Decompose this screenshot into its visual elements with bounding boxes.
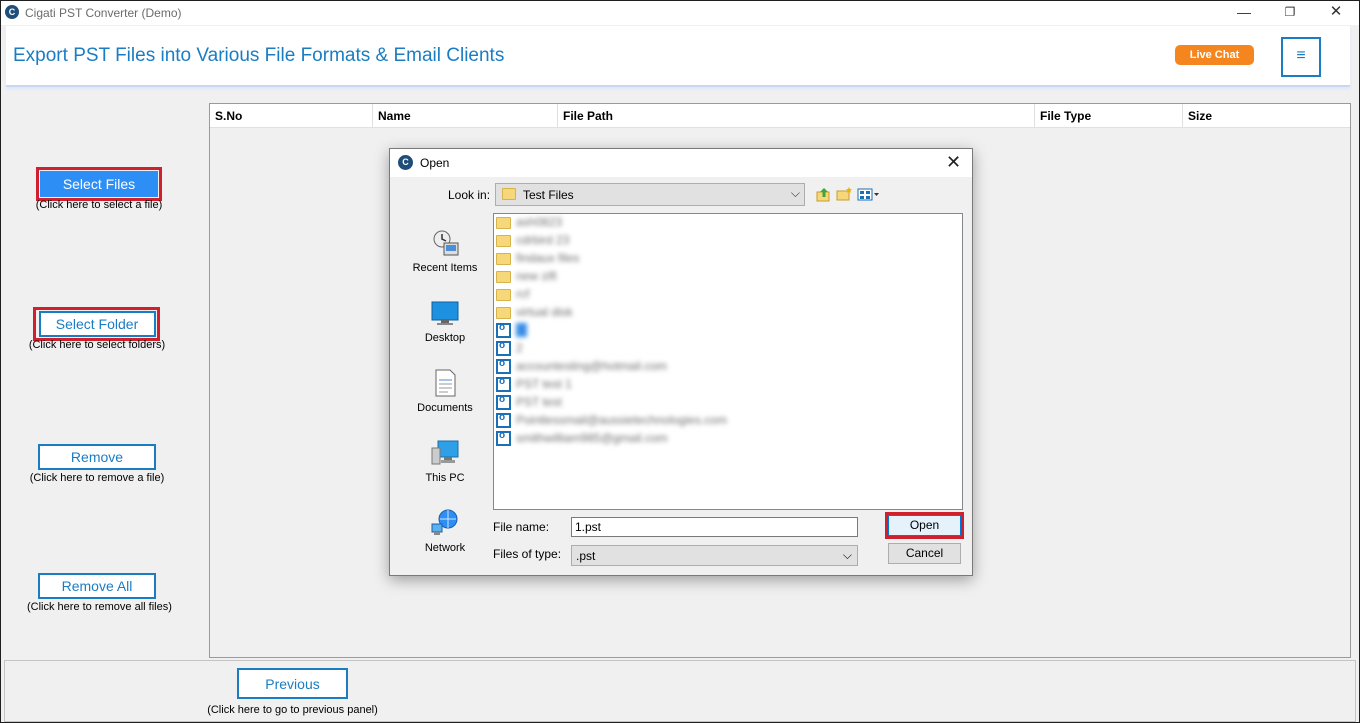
look-in-value: Test Files [523, 188, 574, 202]
select-files-hint: (Click here to select a file) [35, 199, 163, 211]
list-item[interactable]: cdrbird 23 [496, 232, 896, 250]
place-this-pc[interactable]: This PC [402, 438, 488, 484]
folder-icon [502, 188, 516, 200]
cancel-button[interactable]: Cancel [888, 543, 961, 564]
outlook-pst-icon [496, 358, 511, 374]
outlook-pst-icon [496, 394, 511, 410]
open-button[interactable]: Open [888, 515, 961, 536]
select-files-group: Select Files (Click here to select a fil… [29, 171, 169, 211]
outlook-pst-icon [496, 376, 511, 392]
list-item[interactable]: ash0823 [496, 214, 896, 232]
place-label: Network [424, 542, 466, 554]
recent-items-icon [433, 230, 459, 256]
dialog-title: Open [420, 156, 450, 170]
outlook-pst-icon [496, 430, 511, 446]
documents-icon [435, 369, 456, 397]
chevron-down-icon: ⌵ [842, 548, 852, 562]
maximize-button[interactable]: ❐ [1267, 1, 1313, 25]
previous-group: Previous (Click here to go to previous p… [205, 668, 380, 716]
menu-icon: ≡ [1296, 47, 1306, 64]
view-menu-icon[interactable] [857, 186, 881, 203]
outlook-pst-icon [496, 412, 511, 428]
dialog-close-button[interactable]: ✕ [946, 152, 961, 173]
app-header: Export PST Files into Various File Forma… [6, 26, 1350, 87]
place-label: Recent Items [412, 262, 478, 274]
remove-button[interactable]: Remove [38, 444, 156, 470]
list-item[interactable]: virtual disk [496, 304, 896, 322]
list-item[interactable]: accountesting@hotmail.com [496, 358, 896, 376]
file-list[interactable]: ash0823 cdrbird 23 findaux files new zif… [493, 213, 963, 510]
previous-button[interactable]: Previous [237, 668, 348, 699]
folder-icon [496, 253, 511, 265]
open-file-dialog: C Open ✕ Look in: Test Files ⌵ Recent It… [389, 148, 973, 576]
select-files-button[interactable]: Select Files [40, 171, 158, 197]
previous-hint: (Click here to go to previous panel) [207, 704, 378, 716]
list-item[interactable]: findaux files [496, 250, 896, 268]
close-window-button[interactable]: ✕ [1313, 1, 1359, 25]
network-icon [431, 509, 458, 535]
column-header-name[interactable]: Name [373, 104, 558, 128]
title-bar: C Cigati PST Converter (Demo) — ❐ ✕ [1, 1, 1359, 25]
folder-icon [496, 271, 511, 283]
this-pc-icon [431, 440, 459, 465]
window-title: Cigati PST Converter (Demo) [25, 6, 182, 20]
dialog-app-icon: C [398, 155, 413, 170]
minimize-button[interactable]: — [1221, 1, 1267, 25]
column-header-sno[interactable]: S.No [210, 104, 373, 128]
folder-icon [496, 217, 511, 229]
folder-icon [496, 289, 511, 301]
app-window: C Cigati PST Converter (Demo) — ❐ ✕ Expo… [0, 0, 1360, 723]
outlook-pst-icon [496, 340, 511, 356]
list-item[interactable]: Pointlessmail@aussietechnologies.com [496, 412, 896, 430]
place-label: Desktop [424, 332, 466, 344]
list-item[interactable]: PST test [496, 394, 896, 412]
table-header: S.No Name File Path File Type Size [210, 104, 1350, 128]
column-header-file-path[interactable]: File Path [558, 104, 1035, 128]
file-type-label: Files of type: [493, 547, 562, 561]
file-type-dropdown[interactable]: .pst ⌵ [571, 545, 858, 566]
file-type-value: .pst [576, 549, 596, 563]
remove-all-hint: (Click here to remove all files) [27, 601, 172, 613]
dialog-title-bar: C Open ✕ [390, 149, 972, 177]
file-name-input[interactable] [571, 517, 858, 537]
place-desktop[interactable]: Desktop [402, 298, 488, 344]
list-item[interactable]: smithwilliam985@gmail.com [496, 430, 896, 448]
place-documents[interactable]: Documents [402, 368, 488, 414]
remove-all-button[interactable]: Remove All [38, 573, 156, 599]
footer-panel: Previous (Click here to go to previous p… [4, 660, 1356, 722]
desktop-icon [431, 301, 459, 325]
place-label: This PC [425, 472, 465, 484]
column-header-file-type[interactable]: File Type [1035, 104, 1183, 128]
select-folder-button[interactable]: Select Folder [38, 311, 156, 337]
list-item[interactable]: PST test 1 [496, 376, 896, 394]
new-folder-icon[interactable] [836, 186, 853, 203]
list-item[interactable]: 2 [496, 340, 896, 358]
place-network[interactable]: Network [402, 508, 488, 554]
up-one-level-icon[interactable] [815, 186, 832, 203]
remove-hint: (Click here to remove a file) [29, 472, 165, 484]
list-item[interactable]: rcf [496, 286, 896, 304]
file-name-label: File name: [493, 520, 550, 534]
remove-group: Remove (Click here to remove a file) [27, 444, 167, 484]
outlook-pst-icon [496, 322, 511, 338]
column-header-size[interactable]: Size [1183, 104, 1350, 128]
look-in-dropdown[interactable]: Test Files ⌵ [495, 183, 805, 206]
look-in-label: Look in: [448, 188, 491, 202]
remove-all-group: Remove All (Click here to remove all fil… [27, 573, 172, 613]
list-item[interactable]: new zift [496, 268, 896, 286]
folder-icon [496, 235, 511, 247]
list-item-selected[interactable]: 1 [496, 322, 896, 340]
place-recent-items[interactable]: Recent Items [402, 228, 488, 274]
chevron-down-icon: ⌵ [790, 186, 800, 200]
select-folder-hint: (Click here to select folders) [28, 339, 166, 351]
hamburger-menu-button[interactable]: ≡ [1281, 37, 1321, 77]
select-folder-group: Select Folder (Click here to select fold… [27, 311, 167, 351]
page-title: Export PST Files into Various File Forma… [13, 45, 505, 66]
places-bar: Recent Items Desktop Documents This PC N… [402, 214, 488, 566]
place-label: Documents [417, 402, 473, 414]
folder-icon [496, 307, 511, 319]
app-logo-icon: C [5, 5, 19, 19]
live-chat-button[interactable]: Live Chat [1175, 45, 1254, 65]
